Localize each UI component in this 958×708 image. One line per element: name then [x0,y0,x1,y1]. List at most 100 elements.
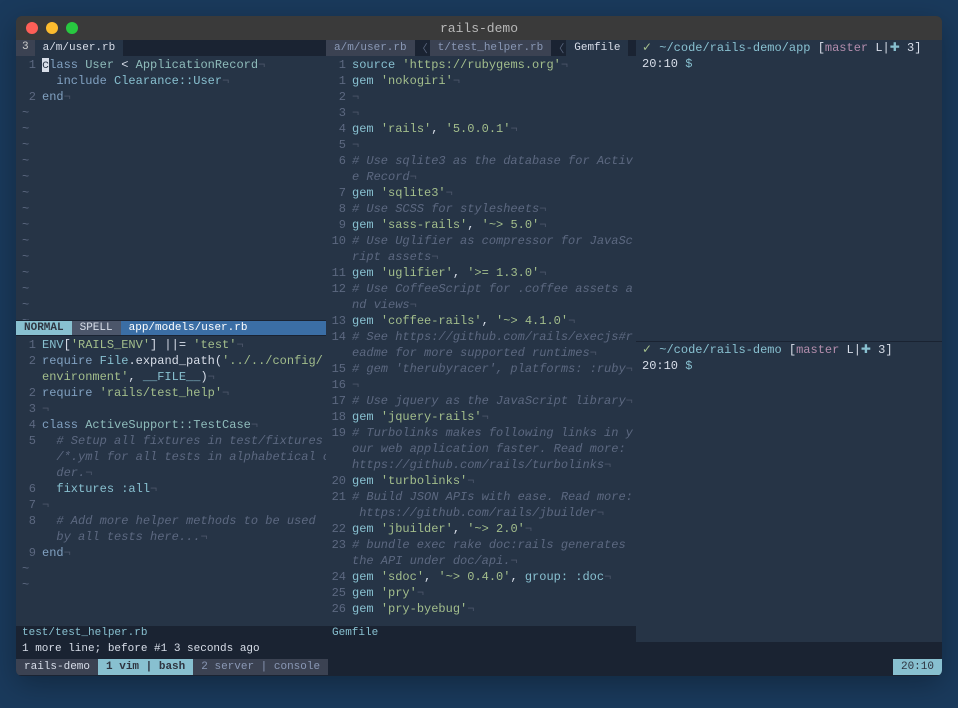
code-line[interactable]: 1gem 'nokogiri'¬ [326,73,636,89]
line-number [16,73,42,89]
code-line[interactable]: 23# bundle exec rake doc:rails generates [326,537,636,553]
code-line[interactable]: ript assets¬ [326,249,636,265]
tmux-window-2[interactable]: 2 server | console [193,659,328,675]
code-line[interactable]: https://github.com/rails/jbuilder¬ [326,505,636,521]
line-number: 5 [326,137,352,153]
empty-line-tilde: ~ [16,577,29,593]
code-line[interactable]: 21# Build JSON APIs with ease. Read more… [326,489,636,505]
code-line[interactable]: 12# Use CoffeeScript for .coffee assets … [326,281,636,297]
code-line[interactable]: 2require File.expand_path('../../config/ [16,353,326,369]
code-line[interactable]: 8# Use SCSS for stylesheets¬ [326,201,636,217]
code-line[interactable]: the API under doc/api.¬ [326,553,636,569]
code-line[interactable]: 18gem 'jquery-rails'¬ [326,409,636,425]
code-text: # See https://github.com/rails/execjs#r [352,329,636,345]
editor-pane-user[interactable]: 1class User < ApplicationRecord¬ include… [16,56,326,320]
line-number: 9 [16,545,42,561]
code-line[interactable]: 19# Turbolinks makes following links in … [326,425,636,441]
line-number: 6 [16,481,42,497]
tmux-content: 3 a/m/user.rb 1class User < ApplicationR… [16,40,942,642]
code-line[interactable]: 9end¬ [16,545,326,561]
code-line[interactable]: 10# Use Uglifier as compressor for JavaS… [326,233,636,249]
code-line[interactable]: 6 fixtures :all¬ [16,481,326,497]
code-text: gem 'pry'¬ [352,585,636,601]
code-line[interactable]: 1ENV['RAILS_ENV'] ||= 'test'¬ [16,337,326,353]
code-line[interactable]: 14# See https://github.com/rails/execjs#… [326,329,636,345]
shell-pane-bottom[interactable]: ✓ ~/code/rails-demo [master L|✚ 3] 20:10… [636,342,942,643]
line-number: 4 [16,417,42,433]
vim-statusline-bottom: test/test_helper.rb [16,626,326,642]
code-line[interactable]: e Record¬ [326,169,636,185]
code-line[interactable]: 16¬ [326,377,636,393]
vim-mode-indicator: NORMAL [16,321,72,335]
code-text: eadme for more supported runtimes¬ [352,345,636,361]
code-text: # Use sqlite3 as the database for Activ [352,153,636,169]
line-number: 12 [326,281,352,297]
code-line[interactable]: 7¬ [16,497,326,513]
tmux-window-name: vim | bash [119,661,185,673]
code-line[interactable]: der.¬ [16,465,326,481]
code-text: # Use jquery as the JavaScript library¬ [352,393,636,409]
code-line[interactable]: 2require 'rails/test_help'¬ [16,385,326,401]
code-line[interactable]: 2¬ [326,89,636,105]
code-text: gem 'pry-byebug'¬ [352,601,636,617]
vim-tab[interactable]: t/test_helper.rb [430,40,552,56]
code-line[interactable]: 22gem 'jbuilder', '~> 2.0'¬ [326,521,636,537]
code-line[interactable]: by all tests here...¬ [16,529,326,545]
code-line[interactable]: 6# Use sqlite3 as the database for Activ [326,153,636,169]
code-line[interactable]: 11gem 'uglifier', '>= 1.3.0'¬ [326,265,636,281]
code-text: https://github.com/rails/turbolinks¬ [352,457,636,473]
code-line[interactable]: 1source 'https://rubygems.org'¬ [326,57,636,73]
line-number [326,457,352,473]
code-line[interactable]: 3¬ [326,105,636,121]
line-number: 2 [16,353,42,369]
code-line[interactable]: 13gem 'coffee-rails', '~> 4.1.0'¬ [326,313,636,329]
line-number: 4 [326,121,352,137]
code-line[interactable]: 17# Use jquery as the JavaScript library… [326,393,636,409]
code-line[interactable]: 5¬ [326,137,636,153]
dollar-prompt: $ [685,56,692,72]
code-line[interactable]: nd views¬ [326,297,636,313]
code-text: # Use Uglifier as compressor for JavaSc [352,233,636,249]
code-line[interactable]: 20gem 'turbolinks'¬ [326,473,636,489]
tmux-window-1[interactable]: 1 vim | bash [98,659,193,675]
code-line[interactable]: eadme for more supported runtimes¬ [326,345,636,361]
code-line[interactable]: 15# gem 'therubyracer', platforms: :ruby… [326,361,636,377]
tmux-statusbar: rails-demo 1 vim | bash 2 server | conso… [16,658,942,676]
code-text: https://github.com/rails/jbuilder¬ [352,505,636,521]
code-line[interactable]: 5 # Setup all fixtures in test/fixtures [16,433,326,449]
code-line[interactable]: https://github.com/rails/turbolinks¬ [326,457,636,473]
code-line[interactable]: 26gem 'pry-byebug'¬ [326,601,636,617]
code-line[interactable]: 3¬ [16,401,326,417]
code-text: # Setup all fixtures in test/fixtures [42,433,326,449]
vim-tab[interactable]: Gemfile [566,40,628,56]
code-line[interactable]: our web application faster. Read more: [326,441,636,457]
titlebar[interactable]: rails-demo [16,16,942,40]
code-line[interactable]: 25gem 'pry'¬ [326,585,636,601]
code-line[interactable]: 7gem 'sqlite3'¬ [326,185,636,201]
code-line[interactable]: 4gem 'rails', '5.0.0.1'¬ [326,121,636,137]
code-line[interactable]: include Clearance::User¬ [16,73,326,89]
editor-pane-gemfile[interactable]: 1source 'https://rubygems.org'¬1gem 'nok… [326,56,636,626]
code-line[interactable]: /*.yml for all tests in alphabetical or [16,449,326,465]
code-line[interactable]: 4class ActiveSupport::TestCase¬ [16,417,326,433]
line-number: 6 [326,153,352,169]
tmux-session-name[interactable]: rails-demo [16,659,98,675]
dollar-prompt: $ [685,358,692,374]
vim-tab-user[interactable]: a/m/user.rb [35,40,124,56]
code-text: gem 'nokogiri'¬ [352,73,636,89]
vim-statusline-top: NORMAL SPELL app/models/user.rb [16,320,326,336]
code-line[interactable]: 9gem 'sass-rails', '~> 5.0'¬ [326,217,636,233]
line-number: 11 [326,265,352,281]
prompt-check-icon: ✓ [642,342,652,358]
code-line[interactable]: environment', __FILE__)¬ [16,369,326,385]
branch-close: ] [885,342,892,358]
code-line[interactable]: 24gem 'sdoc', '~> 0.4.0', group: :doc¬ [326,569,636,585]
code-line[interactable]: 8 # Add more helper methods to be used [16,513,326,529]
code-line[interactable]: 2end¬ [16,89,326,105]
editor-pane-testhelper[interactable]: 1ENV['RAILS_ENV'] ||= 'test'¬2require Fi… [16,336,326,626]
code-text: gem 'jquery-rails'¬ [352,409,636,425]
vim-tab[interactable]: a/m/user.rb [326,40,415,56]
code-line[interactable]: 1class User < ApplicationRecord¬ [16,57,326,73]
branch-close: ] [914,40,921,56]
shell-pane-top[interactable]: ✓ ~/code/rails-demo/app [master L|✚ 3] 2… [636,40,942,342]
